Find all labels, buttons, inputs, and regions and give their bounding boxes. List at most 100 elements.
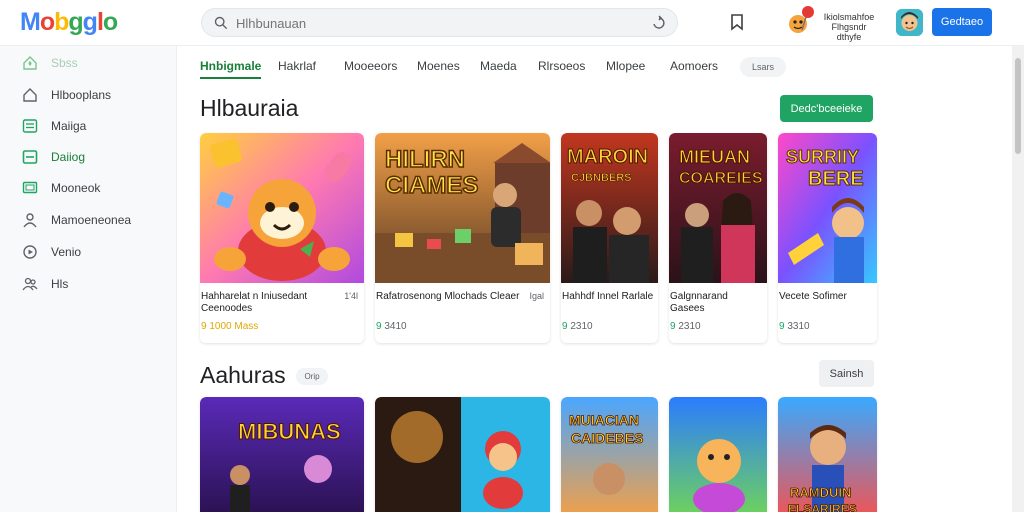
sidebar-item-monitor[interactable]: Mooneok — [0, 174, 176, 202]
logo-letter: b — [54, 8, 69, 36]
category-tabs: Hnbigmale Hakrlaf Mooeeors Moenes Maeda … — [177, 46, 1012, 86]
app-logo[interactable]: Mobgglo — [20, 8, 118, 37]
game-meta: 9 3410 — [376, 321, 407, 332]
game-card[interactable]: MUIACIAN CAIDEBES — [561, 397, 658, 512]
section-title-1: Hlbauraia — [200, 95, 299, 121]
thumb-text: CJBNBERS — [571, 172, 632, 184]
game-thumbnail — [669, 397, 767, 512]
game-title: Vecete Sofimer — [779, 291, 847, 302]
logo-letter: g — [82, 8, 98, 36]
game-card[interactable] — [375, 397, 550, 512]
tab-featured[interactable]: Hnbigmale — [200, 59, 262, 79]
game-meta-text: 9 2310 — [670, 321, 701, 332]
notification-text: Ikiolsmahfoe Flhgsndr dthyfe — [823, 12, 875, 42]
logo-letter: g — [68, 8, 83, 36]
game-card[interactable]: MAROIN CJBNBERS Hahhdf Innel Rarlale 9 2… — [561, 133, 658, 343]
game-card[interactable] — [669, 397, 767, 512]
sidebar-item-label: Hlbooplans — [51, 88, 112, 102]
tab-more-pill[interactable]: Lsars — [740, 57, 786, 77]
top-bar: Mobgglo Ikiolsmahfoe Flhgsndr dthyfe — [0, 0, 1024, 46]
game-meta-text: 9 2310 — [562, 321, 593, 332]
thumb-text: CAIDEBES — [571, 430, 643, 446]
thumb-text: MAROIN — [567, 146, 648, 168]
grid-icon — [22, 150, 38, 164]
sidebar-item-home[interactable]: Sbss — [0, 49, 176, 77]
logo-letter: M — [20, 8, 41, 36]
sidebar-item-people[interactable]: Hls — [0, 270, 176, 298]
sidebar-item-list[interactable]: Maiiga — [0, 112, 176, 140]
tab-7[interactable]: Mlopee — [606, 59, 645, 73]
game-thumbnail: RAMDUIN ELSARIRES — [778, 397, 877, 512]
game-meta: 9 2310 — [562, 321, 593, 332]
sidebar-item-profile[interactable]: Mamoeneonea — [0, 206, 176, 234]
sidebar-item-grid[interactable]: Daiiog — [0, 143, 176, 171]
game-meta: 9 2310 — [670, 321, 701, 332]
game-card[interactable]: Hahharelat n Iniusedant Ceenoodes 1'4l 9… — [200, 133, 364, 343]
section-action-button[interactable]: Dedc'bceeieke — [780, 95, 873, 122]
list-icon — [22, 119, 38, 133]
tab-6[interactable]: Rlrsoeos — [538, 59, 585, 73]
scrollbar-thumb[interactable] — [1015, 58, 1021, 154]
sidebar-item-label: Daiiog — [51, 150, 86, 164]
section-secondary-button[interactable]: Sainsh — [819, 360, 874, 387]
game-thumbnail — [375, 397, 550, 512]
search-bar — [201, 8, 678, 37]
game-card[interactable]: MIEUAN COAREIES Galgnnarand Gasees 9 231… — [669, 133, 767, 343]
sign-in-button[interactable]: Gedtaeo — [932, 8, 992, 36]
sidebar-item-label: Hls — [51, 277, 69, 291]
sidebar-item-label: Mooneok — [51, 181, 101, 195]
mascot-notification-icon[interactable] — [784, 4, 818, 38]
voice-search-icon[interactable] — [651, 15, 667, 31]
thumb-text: HILIRN — [385, 146, 465, 173]
person-icon — [23, 213, 37, 228]
section-badge: Orip — [296, 368, 328, 385]
home-icon — [23, 56, 37, 70]
thumb-text: RAMDUIN — [790, 485, 851, 500]
monitor-icon — [22, 181, 38, 194]
tab-8[interactable]: Aomoers — [670, 59, 718, 73]
avatar[interactable] — [896, 9, 923, 36]
tab-3[interactable]: Mooeeors — [344, 59, 397, 73]
bookmark-icon[interactable] — [730, 14, 744, 31]
game-side-meta: Igal — [529, 291, 544, 301]
logo-letter: o — [102, 8, 118, 36]
home-outline-icon — [23, 88, 37, 102]
game-card[interactable]: SURRIIY BERE Vecete Sofimer 9 3310 — [778, 133, 877, 343]
game-title: Hahhdf Innel Rarlale — [562, 291, 654, 302]
section-title-2: Aahuras — [200, 362, 286, 388]
sidebar-item-label: Sbss — [51, 56, 78, 70]
thumb-text: MIBUNAS — [238, 419, 341, 444]
thumb-text: CIAMES — [385, 172, 478, 199]
game-thumbnail: SURRIIY BERE — [778, 133, 877, 283]
sidebar-item-label: Venio — [51, 245, 82, 259]
search-icon[interactable] — [214, 16, 228, 30]
search-input[interactable] — [236, 13, 636, 33]
logo-letter: o — [39, 8, 55, 36]
game-thumbnail — [200, 133, 364, 283]
game-title: Rafatrosenong Mlochads Cleaer — [376, 291, 520, 302]
game-thumbnail: HILIRN CIAMES — [375, 133, 550, 283]
sidebar-item-label: Maiiga — [51, 119, 87, 133]
tab-2[interactable]: Hakrlaf — [278, 59, 316, 73]
people-icon — [22, 277, 38, 291]
rating-value: 2310 — [675, 321, 701, 332]
tab-4[interactable]: Moenes — [417, 59, 460, 73]
game-card[interactable]: MIBUNAS — [200, 397, 364, 512]
thumb-text: MIEUAN — [679, 147, 750, 167]
game-title: Hahharelat n Iniusedant Ceenoodes — [201, 291, 308, 314]
sidebar-item-explore[interactable]: Hlbooplans — [0, 81, 176, 109]
sidebar-item-video[interactable]: Venio — [0, 238, 176, 266]
game-meta-text: 9 3410 — [376, 321, 407, 332]
game-card[interactable]: HILIRN CIAMES Rafatrosenong Mlochads Cle… — [375, 133, 550, 343]
tab-5[interactable]: Maeda — [480, 59, 517, 73]
game-thumbnail: MIEUAN COAREIES — [669, 133, 767, 283]
scrollbar[interactable] — [1012, 46, 1024, 512]
thumb-text: COAREIES — [679, 170, 763, 187]
thumb-text: MUIACIAN — [569, 412, 639, 428]
game-thumbnail: MIBUNAS — [200, 397, 364, 512]
app-window: Mobgglo Ikiolsmahfoe Flhgsndr dthyfe — [0, 0, 1024, 512]
sidebar-item-label: Mamoeneonea — [51, 213, 132, 227]
rating-value: 2310 — [567, 321, 593, 332]
thumb-text: ELSARIRES — [788, 502, 857, 512]
game-card[interactable]: RAMDUIN ELSARIRES — [778, 397, 877, 512]
